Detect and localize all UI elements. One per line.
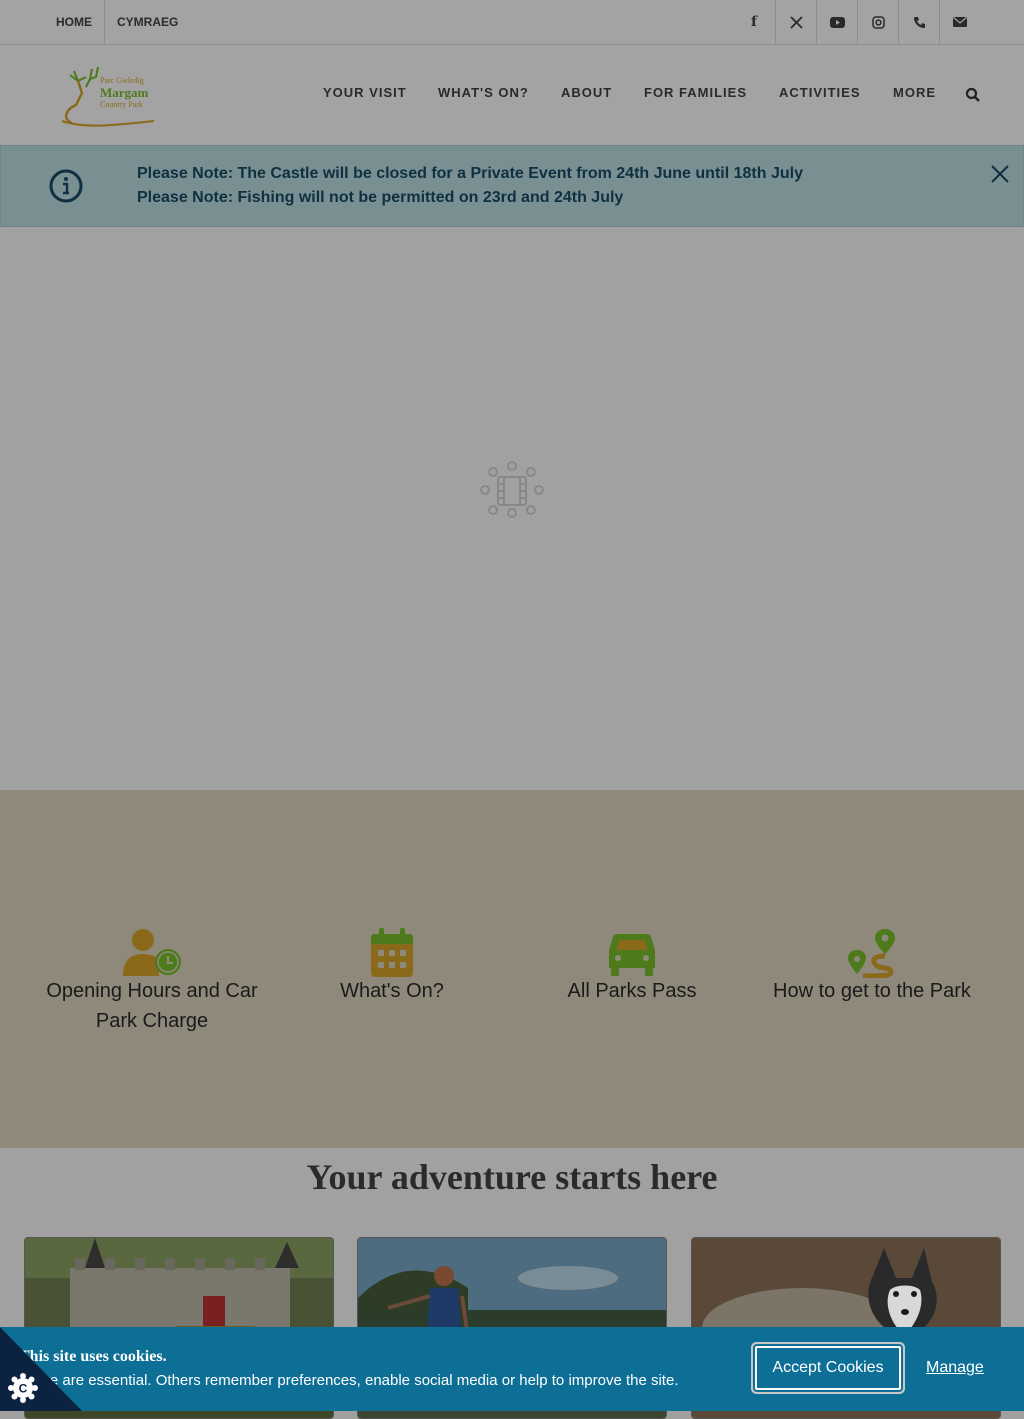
svg-text:Margam: Margam [100,85,149,100]
user-clock-icon [123,929,181,976]
search-button[interactable] [963,85,983,105]
cookie-text: Some are essential. Others remember pref… [19,1372,679,1389]
cymraeg-link[interactable]: CYMRAEG [117,0,178,44]
quick-link-label: All Parks Pass [567,980,697,1002]
youtube-icon [829,16,845,28]
cookie-banner: This site uses cookies. Some are essenti… [0,1327,1024,1411]
nav-your-visit[interactable]: YOUR VISIT [323,85,407,105]
x-twitter-link[interactable] [775,0,816,44]
svg-text:Parc Gwledig: Parc Gwledig [100,76,144,85]
nav-more[interactable]: MORE [893,85,936,105]
notice-text: Please Note: The Castle will be closed f… [137,165,803,182]
hero-video [0,227,1024,790]
quick-link-whats-on[interactable]: What's On? [272,928,512,1006]
cookie-control-icon: C [0,1327,82,1411]
instagram-link[interactable] [857,0,898,44]
svg-text:Country Park: Country Park [100,100,143,109]
phone-icon [913,16,925,28]
email-link[interactable] [939,0,980,44]
quick-links: Opening Hours and Car Park Charge What's… [0,790,1024,1148]
quick-link-label: Opening Hours and Car Park Charge [46,980,258,1032]
nav-activities[interactable]: ACTIVITIES [779,85,861,105]
section-heading: Your adventure starts here [306,1157,718,1197]
route-icon [848,929,895,978]
nav-about[interactable]: ABOUT [561,85,612,105]
svg-text:C: C [19,1382,28,1396]
nav-for-families[interactable]: FOR FAMILIES [644,85,747,105]
info-icon [49,169,83,203]
accept-cookies-button[interactable]: Accept Cookies [753,1344,903,1392]
phone-link[interactable] [898,0,939,44]
notice-banner: Please Note: The Castle will be closed f… [0,145,1024,227]
deer-logo-icon: Parc Gwledig Margam Country Park [61,66,155,127]
facebook-icon: f [750,14,758,30]
site-logo[interactable]: Parc Gwledig Margam Country Park [56,63,156,127]
calendar-icon [371,928,413,977]
search-icon [965,87,980,102]
car-icon [609,934,655,976]
site-header: Parc Gwledig Margam Country Park YOUR VI… [0,45,1024,144]
email-icon [953,17,967,27]
nav-whats-on[interactable]: WHAT'S ON? [438,85,529,105]
close-icon [991,165,1009,183]
top-divider [104,0,105,44]
cookie-settings-button[interactable]: C [0,1327,82,1411]
film-reel-loading-icon [480,461,544,518]
quick-link-all-parks-pass[interactable]: All Parks Pass [512,928,752,1006]
notice-close-button[interactable] [988,162,1012,186]
manage-cookies-link[interactable]: Manage [926,1359,984,1377]
quick-link-directions[interactable]: How to get to the Park [752,928,992,1006]
quick-link-label: What's On? [340,980,444,1002]
notice-text: Please Note: Fishing will not be permitt… [137,189,624,206]
quick-link-opening-hours[interactable]: Opening Hours and Car Park Charge [32,928,272,1036]
top-bar: HOME CYMRAEG f [0,0,1024,45]
x-twitter-icon [789,15,803,29]
instagram-icon [871,15,885,29]
facebook-link[interactable]: f [734,0,774,44]
quick-link-label: How to get to the Park [773,980,971,1002]
youtube-link[interactable] [816,0,857,44]
home-link[interactable]: HOME [56,0,92,44]
